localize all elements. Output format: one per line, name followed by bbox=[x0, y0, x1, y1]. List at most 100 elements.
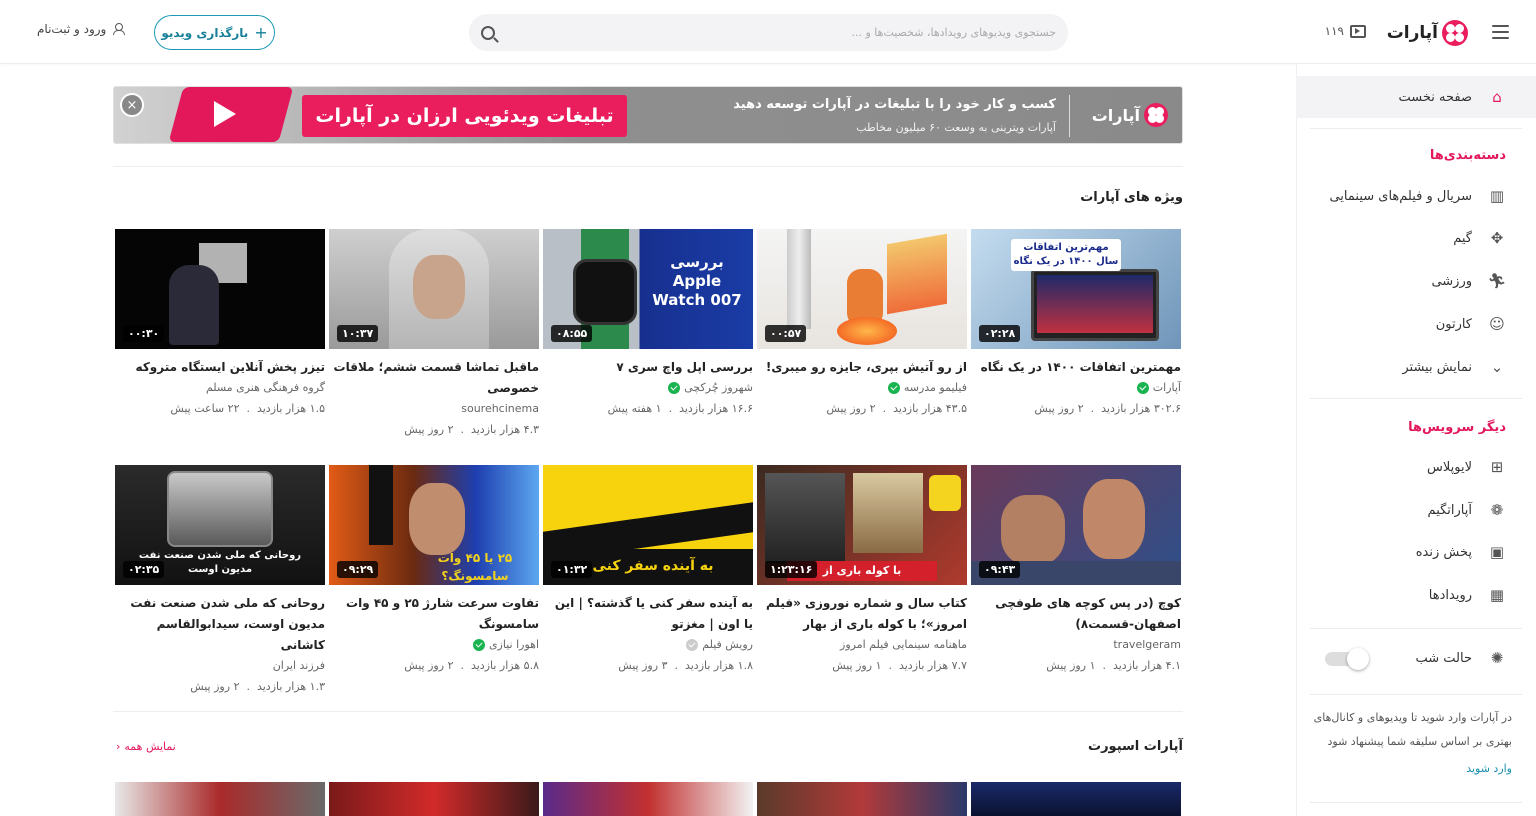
close-icon[interactable]: × bbox=[120, 93, 144, 117]
video-title[interactable]: تیزر پخش آنلاین ایستگاه متروکه bbox=[115, 357, 325, 378]
video-channel[interactable]: آپارات bbox=[971, 381, 1181, 394]
video-channel[interactable]: گروه فرهنگی هنری مسلم bbox=[115, 381, 325, 394]
video-duration: ۰۲:۲۸ bbox=[979, 325, 1021, 342]
video-channel[interactable]: رویش فیلم bbox=[543, 638, 753, 651]
video-thumbnail[interactable]: روحانی که ملی شدن صنعت نفت مدیون اوست ۰۲… bbox=[115, 465, 325, 585]
video-title[interactable]: کتاب سال و شماره نوروزی «فیلم امروز»؛ با… bbox=[757, 593, 967, 635]
view-count: ۱.۸ هزار بازدید bbox=[684, 659, 753, 672]
video-card[interactable]: بررسی Apple Watch 007 ۰۸:۵۵ بررسی اپل وا… bbox=[543, 229, 753, 419]
sport-video-thumbnail[interactable] bbox=[115, 782, 325, 816]
ad-banner[interactable]: × تبلیغات ویدئویی ارزان در آپارات کسب و … bbox=[113, 86, 1183, 144]
search-bar bbox=[469, 14, 1068, 51]
video-card[interactable]: ۰۰:۵۷ از رو آتیش بپری، جایزه رو میبری! ف… bbox=[757, 229, 967, 419]
upload-video-button[interactable]: + بارگذاری ویدیو bbox=[154, 15, 275, 50]
sidebar-item-show-more[interactable]: نمایش بیشتر ⌄ bbox=[1296, 346, 1536, 388]
video-thumbnail[interactable]: ۱۰:۳۷ bbox=[329, 229, 539, 349]
banner-pink-label: تبلیغات ویدئویی ارزان در آپارات bbox=[302, 95, 627, 137]
video-card[interactable]: روحانی که ملی شدن صنعت نفت مدیون اوست ۰۲… bbox=[115, 465, 325, 697]
sidebar-item-events[interactable]: رویدادها ▦ bbox=[1296, 574, 1536, 616]
aparat-logo-icon bbox=[1442, 20, 1468, 46]
video-thumbnail[interactable]: ۰۰:۵۷ bbox=[757, 229, 967, 349]
video-card[interactable]: ۱۰:۳۷ ماقبل تماشا قسمت ششم؛ ملاقات خصوصی… bbox=[329, 229, 539, 440]
video-channel[interactable]: فیلیمو مدرسه bbox=[757, 381, 967, 394]
video-channel[interactable]: travelgeram bbox=[971, 638, 1181, 651]
featured-section-title: ویژه های آپارات bbox=[1080, 190, 1183, 205]
search-input[interactable] bbox=[495, 14, 1068, 51]
video-card[interactable]: مهم‌ترین اتفاقات سال ۱۴۰۰ در یک نگاه ۰۲:… bbox=[971, 229, 1181, 419]
show-all-link[interactable]: نمایش همه ‹ bbox=[116, 740, 176, 753]
sidebar-item-home[interactable]: صفحه نخست ⌂ bbox=[1296, 76, 1536, 118]
magazine-image bbox=[853, 473, 923, 553]
video-thumbnail[interactable]: بررسی Apple Watch 007 ۰۸:۵۵ bbox=[543, 229, 753, 349]
upload-age: ۲ روز پیش bbox=[1034, 402, 1084, 415]
channel-name: اهورا نیازی bbox=[488, 638, 539, 651]
video-meta: ۱.۵ هزار بازدید . ۲۲ ساعت پیش bbox=[170, 402, 325, 415]
login-button[interactable]: ورود و ثبت‌نام bbox=[37, 22, 126, 36]
video-thumbnail[interactable]: مهم‌ترین اتفاقات سال ۱۴۰۰ در یک نگاه ۰۲:… bbox=[971, 229, 1181, 349]
video-channel[interactable]: ماهنامه سینمایی فیلم امروز bbox=[757, 638, 967, 651]
sidebar-item-live[interactable]: پخش زنده ▣ bbox=[1296, 531, 1536, 573]
video-title[interactable]: تفاوت سرعت شارژ ۲۵ و ۴۵ وات سامسونگ bbox=[329, 593, 539, 635]
sidebar-item-aparatgame[interactable]: آپاراتگیم ❁ bbox=[1296, 489, 1536, 531]
divider bbox=[1310, 128, 1522, 129]
channel-name: sourehcinema bbox=[461, 402, 539, 415]
calendar-icon: ▦ bbox=[1489, 586, 1505, 604]
video-title[interactable]: روحانی که ملی شدن صنعت نفت مدیون اوست، س… bbox=[115, 593, 325, 656]
video-thumbnail[interactable]: با کوله باری از ۱:۲۳:۱۶ bbox=[757, 465, 967, 585]
sidebar-item-game[interactable]: گیم ✥ bbox=[1296, 217, 1536, 259]
channel-name: شهروز چُرکچی bbox=[684, 381, 753, 394]
video-title[interactable]: ماقبل تماشا قسمت ششم؛ ملاقات خصوصی bbox=[329, 357, 539, 399]
video-title[interactable]: مهمترین اتفاقات ۱۴۰۰ در یک نگاه bbox=[971, 357, 1181, 378]
sidebar-item-sport[interactable]: ورزشی 🏃︎ bbox=[1296, 260, 1536, 302]
sport-video-thumbnail[interactable] bbox=[543, 782, 753, 816]
video-duration: ۰۰:۵۷ bbox=[765, 325, 807, 342]
cartoon-icon: ☺ bbox=[1489, 315, 1505, 333]
sidebar-item-liveplus[interactable]: لایوپلاس ⊞ bbox=[1296, 446, 1536, 488]
video-card[interactable]: ۲۵ یا ۴۵ وات سامسونگ؟ ۰۹:۲۹ تفاوت سرعت ش… bbox=[329, 465, 539, 676]
video-card[interactable]: ۰۰:۳۰ تیزر پخش آنلاین ایستگاه متروکه گرو… bbox=[115, 229, 325, 419]
video-thumbnail[interactable]: ۲۵ یا ۴۵ وات سامسونگ؟ ۰۹:۲۹ bbox=[329, 465, 539, 585]
face-image bbox=[1083, 479, 1145, 559]
live-count[interactable]: ۱۱۹ bbox=[1325, 24, 1366, 38]
sidebar-item-label: رویدادها bbox=[1428, 587, 1472, 603]
view-count: ۷.۷ هزار بازدید bbox=[898, 659, 967, 672]
video-meta: ۷.۷ هزار بازدید . ۱ روز پیش bbox=[832, 659, 967, 672]
video-meta: ۵.۸ هزار بازدید . ۲ روز پیش bbox=[404, 659, 539, 672]
chevron-left-icon: ‹ bbox=[116, 740, 121, 753]
view-count: ۴.۳ هزار بازدید bbox=[470, 423, 539, 436]
video-thumbnail[interactable]: ۰۹:۴۳ bbox=[971, 465, 1181, 585]
divider bbox=[1310, 628, 1522, 629]
sport-video-thumbnail[interactable] bbox=[971, 782, 1181, 816]
sport-video-thumbnail[interactable] bbox=[757, 782, 967, 816]
video-channel[interactable]: فرزند ایران bbox=[115, 659, 325, 672]
video-channel[interactable]: شهروز چُرکچی bbox=[543, 381, 753, 394]
banner-subtitle: آپارات ویترینی به وسعت ۶۰ میلیون مخاطب bbox=[856, 121, 1056, 134]
sidebar-item-cartoon[interactable]: کارتون ☺ bbox=[1296, 303, 1536, 345]
sidebar-item-label: لایوپلاس bbox=[1427, 459, 1472, 475]
channel-name: فرزند ایران bbox=[272, 659, 325, 672]
channel-name: ماهنامه سینمایی فیلم امروز bbox=[840, 638, 967, 651]
video-card[interactable]: با کوله باری از ۱:۲۳:۱۶ کتاب سال و شماره… bbox=[757, 465, 967, 676]
video-channel[interactable]: اهورا نیازی bbox=[329, 638, 539, 651]
home-icon: ⌂ bbox=[1492, 88, 1502, 106]
video-title[interactable]: به آینده سفر کنی یا گذشته؟ | این یا اون … bbox=[543, 593, 753, 635]
upload-age: ۲ روز پیش bbox=[404, 659, 454, 672]
view-count: ۱۶.۶ هزار بازدید bbox=[679, 402, 753, 415]
video-channel[interactable]: sourehcinema bbox=[329, 402, 539, 415]
aparat-logo[interactable]: آپارات bbox=[1387, 18, 1468, 48]
video-title[interactable]: کوچ (در پس کوچه های طوفچی اصفهان-قسمت۸) bbox=[971, 593, 1181, 635]
search-icon[interactable] bbox=[481, 25, 495, 40]
verified-icon bbox=[1136, 381, 1149, 394]
night-mode-toggle[interactable] bbox=[1325, 648, 1369, 670]
video-card[interactable]: به آینده سفر کنی ۰۱:۳۲ به آینده سفر کنی … bbox=[543, 465, 753, 676]
video-thumbnail[interactable]: به آینده سفر کنی ۰۱:۳۲ bbox=[543, 465, 753, 585]
video-title[interactable]: بررسی اپل واچ سری ۷ bbox=[543, 357, 753, 378]
upload-age: ۲ روز پیش bbox=[826, 402, 876, 415]
hamburger-menu-icon[interactable] bbox=[1488, 20, 1512, 44]
sidebar-login-link[interactable]: وارد شوید bbox=[1466, 762, 1512, 775]
video-thumbnail[interactable]: ۰۰:۳۰ bbox=[115, 229, 325, 349]
video-card[interactable]: ۰۹:۴۳ کوچ (در پس کوچه های طوفچی اصفهان-ق… bbox=[971, 465, 1181, 676]
sidebar-item-series-movies[interactable]: سریال و فیلم‌های سینمایی ▥ bbox=[1296, 175, 1536, 217]
video-title[interactable]: از رو آتیش بپری، جایزه رو میبری! bbox=[757, 357, 967, 378]
sport-video-thumbnail[interactable] bbox=[329, 782, 539, 816]
